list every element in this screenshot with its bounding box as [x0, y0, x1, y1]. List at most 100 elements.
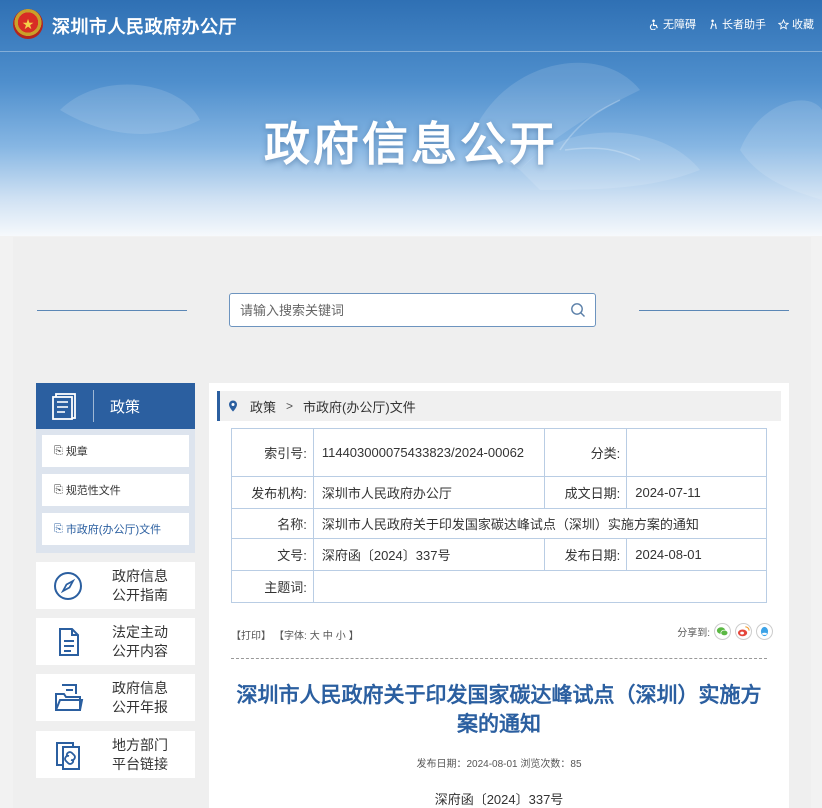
divider-line-right — [639, 310, 789, 311]
breadcrumb-current[interactable]: 市政府(办公厅)文件 — [303, 397, 416, 416]
search-box — [229, 293, 596, 327]
meta-value-subject — [312, 570, 768, 603]
sidebar-item-regulations[interactable]: ⎘ 规章 — [42, 435, 189, 467]
label-line2: 平台链接 — [112, 755, 168, 772]
compass-icon — [54, 571, 82, 600]
sidebar-heading[interactable]: 政策 — [36, 383, 195, 429]
label-line2: 公开内容 — [112, 642, 168, 659]
meta-value-index: 114403000075433823/2024-00062 — [312, 428, 546, 477]
meta-value-name: 深圳市人民政府关于印发国家碳达峰试点（深圳）实施方案的通知 — [312, 508, 768, 539]
font-size-label: 【字体: — [274, 631, 307, 642]
document-meta-table: 索引号: 114403000075433823/2024-00062 分类: 发… — [231, 428, 768, 603]
sidebar-heading-label: 政策 — [110, 398, 141, 416]
doc-small-icon: ⎘ — [54, 483, 63, 496]
search-icon[interactable] — [569, 301, 587, 319]
meta-value-published: 2024-08-01 — [626, 538, 767, 571]
dashed-divider — [231, 658, 767, 659]
sidebar-submenu: ⎘ 规章 ⎘ 规范性文件 ⎘ 市政府(办公厅)文件 — [36, 429, 195, 553]
sidebar-item-label: 市政府(办公厅)文件 — [65, 524, 162, 536]
font-small-link[interactable]: 小 — [336, 627, 346, 642]
sidebar-heading-icon-wrap — [36, 390, 94, 422]
search-input[interactable] — [230, 294, 550, 326]
sidebar-link-label: 政府信息 公开年报 — [100, 679, 180, 717]
folder-report-icon — [55, 683, 84, 711]
elder-icon — [710, 19, 717, 29]
top-bar: ★ 深圳市人民政府办公厅 无障碍 长者助手 收藏 — [0, 0, 822, 52]
accessibility-label: 无障碍 — [663, 19, 696, 31]
share-label: 分享到: — [677, 628, 710, 639]
doc-small-icon: ⎘ — [54, 522, 63, 535]
favorite-label: 收藏 — [792, 19, 814, 31]
meta-label: 发布日期: — [544, 538, 628, 571]
header-tools: 无障碍 长者助手 收藏 — [649, 16, 814, 32]
label-line1: 地方部门 — [112, 736, 168, 753]
print-link[interactable]: 【打印】 — [231, 627, 271, 642]
sidebar-link-local-platforms[interactable]: 地方部门 平台链接 — [36, 731, 195, 778]
policy-book-icon — [51, 393, 76, 420]
meta-row: 发布机构: 深圳市人民政府办公厅 成文日期: 2024-07-11 — [231, 476, 767, 509]
meta-value-issuer: 深圳市人民政府办公厅 — [312, 476, 546, 509]
divider-line-left — [37, 310, 187, 311]
sidebar-item-label: 规章 — [65, 446, 88, 458]
site-name[interactable]: 深圳市人民政府办公厅 — [52, 13, 237, 39]
sidebar-link-label: 地方部门 平台链接 — [100, 736, 180, 774]
label-line2: 公开指南 — [112, 586, 168, 603]
sidebar-item-municipal-docs[interactable]: ⎘ 市政府(办公厅)文件 — [42, 513, 189, 545]
link-icon — [56, 741, 80, 770]
elder-assist-button[interactable]: 长者助手 — [708, 16, 766, 32]
meta-label: 成文日期: — [544, 476, 628, 509]
font-medium-link[interactable]: 中 — [323, 627, 333, 642]
meta-row: 主题词: — [231, 570, 768, 603]
header-banner: ★ 深圳市人民政府办公厅 无障碍 长者助手 收藏 政府信息公开 — [0, 0, 822, 236]
breadcrumb: 政策 > 市政府(办公厅)文件 — [217, 391, 781, 421]
banner-title: 政府信息公开 — [264, 118, 558, 170]
sidebar-link-statutory-content[interactable]: 法定主动 公开内容 — [36, 618, 195, 665]
document-meta-line: 发布日期：2024-08-01 浏览次数：85 — [416, 759, 582, 770]
content-panel: 政策 ⎘ 规章 ⎘ 规范性文件 ⎘ 市政府(办公厅)文件 政府信息 公开指南 — [13, 237, 811, 808]
meta-label: 名称: — [231, 508, 314, 539]
elder-assist-label: 长者助手 — [722, 19, 766, 31]
accessibility-button[interactable]: 无障碍 — [649, 16, 696, 32]
meta-label: 索引号: — [231, 428, 314, 477]
meta-value-created: 2024-07-11 — [626, 476, 767, 509]
font-large-link[interactable]: 大 — [310, 627, 320, 642]
search-row — [13, 293, 811, 327]
share-bar: 分享到: — [677, 623, 773, 640]
sidebar-link-label: 政府信息 公开指南 — [100, 567, 180, 605]
star-icon — [778, 18, 789, 30]
label-line1: 政府信息 — [112, 567, 168, 584]
qq-icon[interactable] — [756, 623, 773, 640]
utility-bar: 【打印】 【字体: 大 中 小 】 — [231, 627, 359, 642]
label-line1: 政府信息 — [112, 679, 168, 696]
label-line1: 法定主动 — [112, 623, 168, 640]
meta-label: 发布机构: — [231, 476, 314, 509]
meta-label: 主题词: — [231, 570, 314, 603]
meta-label: 文号: — [231, 538, 314, 571]
document-title: 深圳市人民政府关于印发国家碳达峰试点（深圳）实施方案的通知 — [236, 684, 762, 736]
sidebar-item-normative-docs[interactable]: ⎘ 规范性文件 — [42, 474, 189, 506]
favorite-button[interactable]: 收藏 — [778, 16, 814, 32]
meta-row: 文号: 深府函〔2024〕337号 发布日期: 2024-08-01 — [231, 538, 767, 571]
national-emblem-icon: ★ — [13, 9, 43, 39]
doc-small-icon: ⎘ — [54, 444, 63, 457]
meta-value-docno: 深府函〔2024〕337号 — [312, 538, 546, 571]
accessibility-icon — [649, 19, 658, 30]
label-line2: 公开年报 — [112, 698, 168, 715]
document-icon — [59, 627, 79, 656]
breadcrumb-separator: > — [286, 399, 294, 413]
meta-row: 索引号: 114403000075433823/2024-00062 分类: — [231, 428, 767, 477]
sidebar-item-label: 规范性文件 — [65, 485, 121, 497]
location-pin-icon — [229, 400, 237, 412]
wechat-icon[interactable] — [714, 623, 731, 640]
meta-label: 分类: — [544, 428, 628, 477]
sidebar-link-disclosure-guide[interactable]: 政府信息 公开指南 — [36, 562, 195, 609]
main-content: 政策 > 市政府(办公厅)文件 索引号: 114403000075433823/… — [209, 383, 789, 808]
meta-row: 名称: 深圳市人民政府关于印发国家碳达峰试点（深圳）实施方案的通知 — [231, 508, 768, 539]
meta-value-category — [626, 428, 767, 477]
document-number: 深府函〔2024〕337号 — [434, 792, 564, 807]
font-size-close: 】 — [348, 631, 359, 642]
breadcrumb-root[interactable]: 政策 — [250, 397, 276, 416]
sidebar-link-label: 法定主动 公开内容 — [100, 623, 180, 661]
sidebar-link-annual-report[interactable]: 政府信息 公开年报 — [36, 674, 195, 721]
weibo-icon[interactable] — [735, 623, 752, 640]
